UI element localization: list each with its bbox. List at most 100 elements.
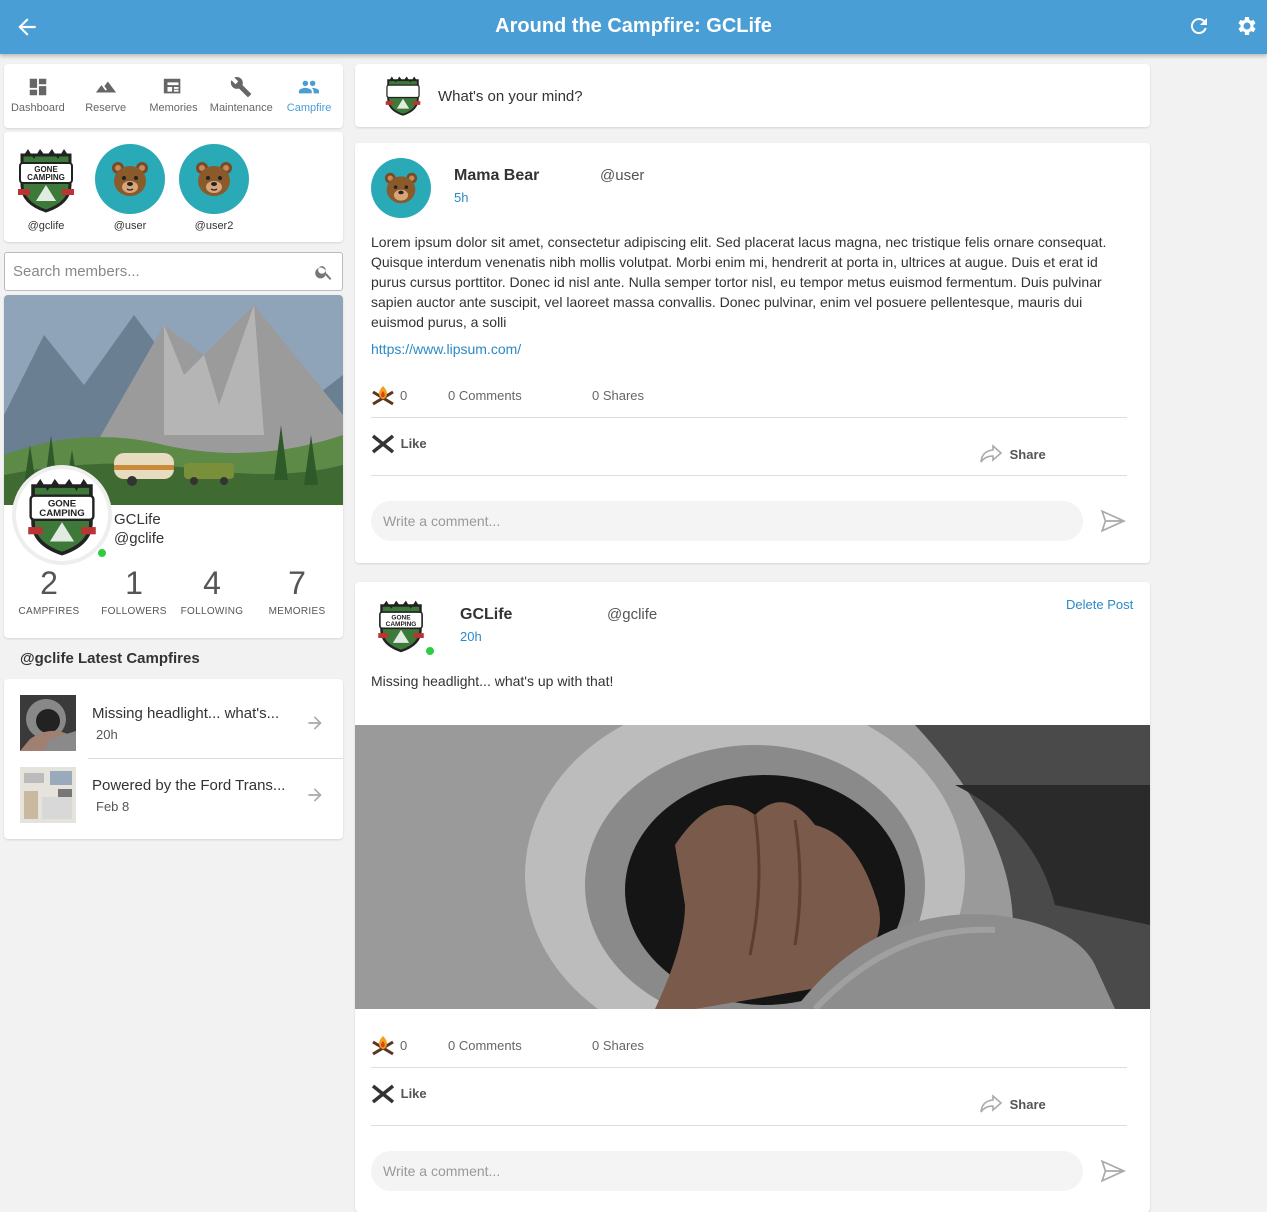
post-author-name[interactable]: Mama Bear (454, 167, 539, 185)
stat-following[interactable]: 4 FOLLOWING (170, 565, 254, 617)
send-icon[interactable] (1100, 1158, 1126, 1184)
avatar[interactable] (371, 158, 431, 218)
refresh-icon[interactable] (1187, 14, 1211, 38)
nav-maintenance[interactable]: Maintenance (207, 64, 275, 128)
share-button[interactable]: Share (978, 442, 1046, 466)
member-gclife[interactable]: GONE CAMPING @gclife (10, 144, 82, 232)
share-arrow-icon (980, 444, 1003, 463)
nav-dashboard[interactable]: Dashboard (4, 64, 72, 128)
profile-card: GONE CAMPING GCLife @gclife 2 CAMPFIRES … (4, 295, 343, 638)
list-item-title: Powered by the Ford Trans... (92, 777, 286, 794)
stat-label: CAMPFIRES (18, 606, 80, 617)
post-link[interactable]: https://www.lipsum.com/ (371, 341, 521, 357)
reaction-count: 0 (400, 388, 408, 403)
online-indicator (424, 645, 436, 657)
comment-input[interactable] (383, 1151, 1063, 1191)
latest-campfires-heading: @gclife Latest Campfires (20, 650, 200, 667)
nav-label: Reserve (85, 102, 127, 114)
share-count[interactable]: 0 Shares (592, 388, 644, 403)
avatar[interactable]: GONE CAMPING (371, 595, 431, 655)
share-label: Share (1009, 446, 1046, 462)
crossed-logs-icon (371, 434, 395, 454)
member-handle: @user2 (194, 220, 234, 232)
post: Mama Bear @user 5h Lorem ipsum dolor sit… (355, 143, 1150, 563)
send-icon[interactable] (1100, 508, 1126, 534)
post-image[interactable] (355, 725, 1150, 1009)
list-item-time: 20h (96, 727, 118, 742)
bear-icon (196, 162, 232, 196)
list-item[interactable]: Missing headlight... what's... 20h (4, 679, 343, 751)
svg-text:CAMPING: CAMPING (39, 508, 84, 519)
member-search (4, 252, 343, 291)
list-item-time: Feb 8 (96, 799, 130, 814)
comment-count[interactable]: 0 Comments (448, 1038, 522, 1053)
mountain-icon (95, 81, 116, 93)
divider (371, 1125, 1127, 1126)
search-input[interactable] (13, 253, 303, 289)
nav-label: Dashboard (10, 102, 65, 114)
stat-value: 7 (288, 565, 306, 601)
list-item-title: Missing headlight... what's... (92, 705, 280, 722)
nav-label: Memories (149, 102, 198, 114)
comment-input[interactable] (383, 501, 1063, 541)
share-arrow-icon (980, 1094, 1003, 1113)
nav-campfire[interactable]: Campfire (275, 64, 343, 128)
comment-count[interactable]: 0 Comments (448, 388, 522, 403)
campfire-icon (372, 1036, 394, 1056)
crossed-logs-icon (371, 1084, 395, 1104)
like-label: Like (400, 435, 427, 451)
stat-value: 1 (125, 565, 143, 601)
member-user[interactable]: @user (94, 144, 166, 232)
nav-memories[interactable]: Memories (140, 64, 208, 128)
post-time: 20h (460, 629, 482, 644)
svg-text:CAMPING: CAMPING (27, 173, 65, 182)
campfire-icon (372, 386, 394, 406)
post-author-handle: @user (600, 167, 645, 184)
bear-icon (112, 162, 148, 196)
avatar: GONE CAMPING (11, 144, 81, 214)
share-count[interactable]: 0 Shares (592, 1038, 644, 1053)
nav-label: Maintenance (209, 102, 273, 114)
list-item[interactable]: Powered by the Ford Trans... Feb 8 (4, 751, 343, 823)
avatar (179, 144, 249, 214)
app-header: Around the Campfire: GCLife (0, 0, 1267, 54)
stat-label: FOLLOWERS (101, 606, 167, 617)
stat-value: 2 (40, 565, 58, 601)
divider (371, 417, 1127, 418)
stat-value: 4 (203, 565, 221, 601)
delete-post-button[interactable]: Delete Post (1066, 597, 1133, 612)
like-button[interactable]: Like (371, 432, 427, 454)
gone-camping-life-logo: GONE CAMPING (378, 600, 424, 653)
newspaper-icon (164, 78, 181, 94)
gone-camping-life-logo: GONE CAMPING (28, 478, 96, 556)
stat-campfires[interactable]: 2 CAMPFIRES (7, 565, 91, 617)
post: GONE CAMPING GCLife @gclife 20h Delete P… (355, 582, 1150, 1212)
gear-icon[interactable] (1234, 14, 1258, 38)
post-thumbnail (20, 695, 76, 751)
like-label: Like (400, 1085, 427, 1101)
member-handle: @user (113, 220, 147, 232)
post-composer[interactable]: What's on your mind? (355, 64, 1150, 127)
share-button[interactable]: Share (978, 1092, 1046, 1116)
post-stats: 0 0 Comments 0 Shares (371, 1030, 1127, 1060)
nav-reserve[interactable]: Reserve (72, 64, 140, 128)
bear-icon (384, 172, 418, 204)
post-body: Missing headlight... what's up with that… (371, 673, 614, 689)
stat-memories[interactable]: 7 MEMORIES (255, 565, 339, 617)
stat-label: MEMORIES (268, 606, 326, 617)
post-stats: 0 0 Comments 0 Shares (371, 380, 1127, 410)
post-author-name[interactable]: GCLife (460, 606, 512, 624)
arrow-right-icon (308, 788, 322, 802)
gone-camping-life-logo (385, 76, 421, 116)
comment-box (371, 501, 1083, 541)
post-author-handle: @gclife (607, 606, 658, 623)
wrench-icon (231, 77, 252, 98)
like-button[interactable]: Like (371, 1082, 427, 1104)
online-indicator (96, 547, 108, 559)
avatar (95, 144, 165, 214)
post-thumbnail (20, 767, 76, 823)
stat-followers[interactable]: 1 FOLLOWERS (92, 565, 176, 617)
member-user2[interactable]: @user2 (178, 144, 250, 232)
search-icon[interactable] (314, 262, 334, 282)
arrow-right-icon (308, 716, 322, 730)
